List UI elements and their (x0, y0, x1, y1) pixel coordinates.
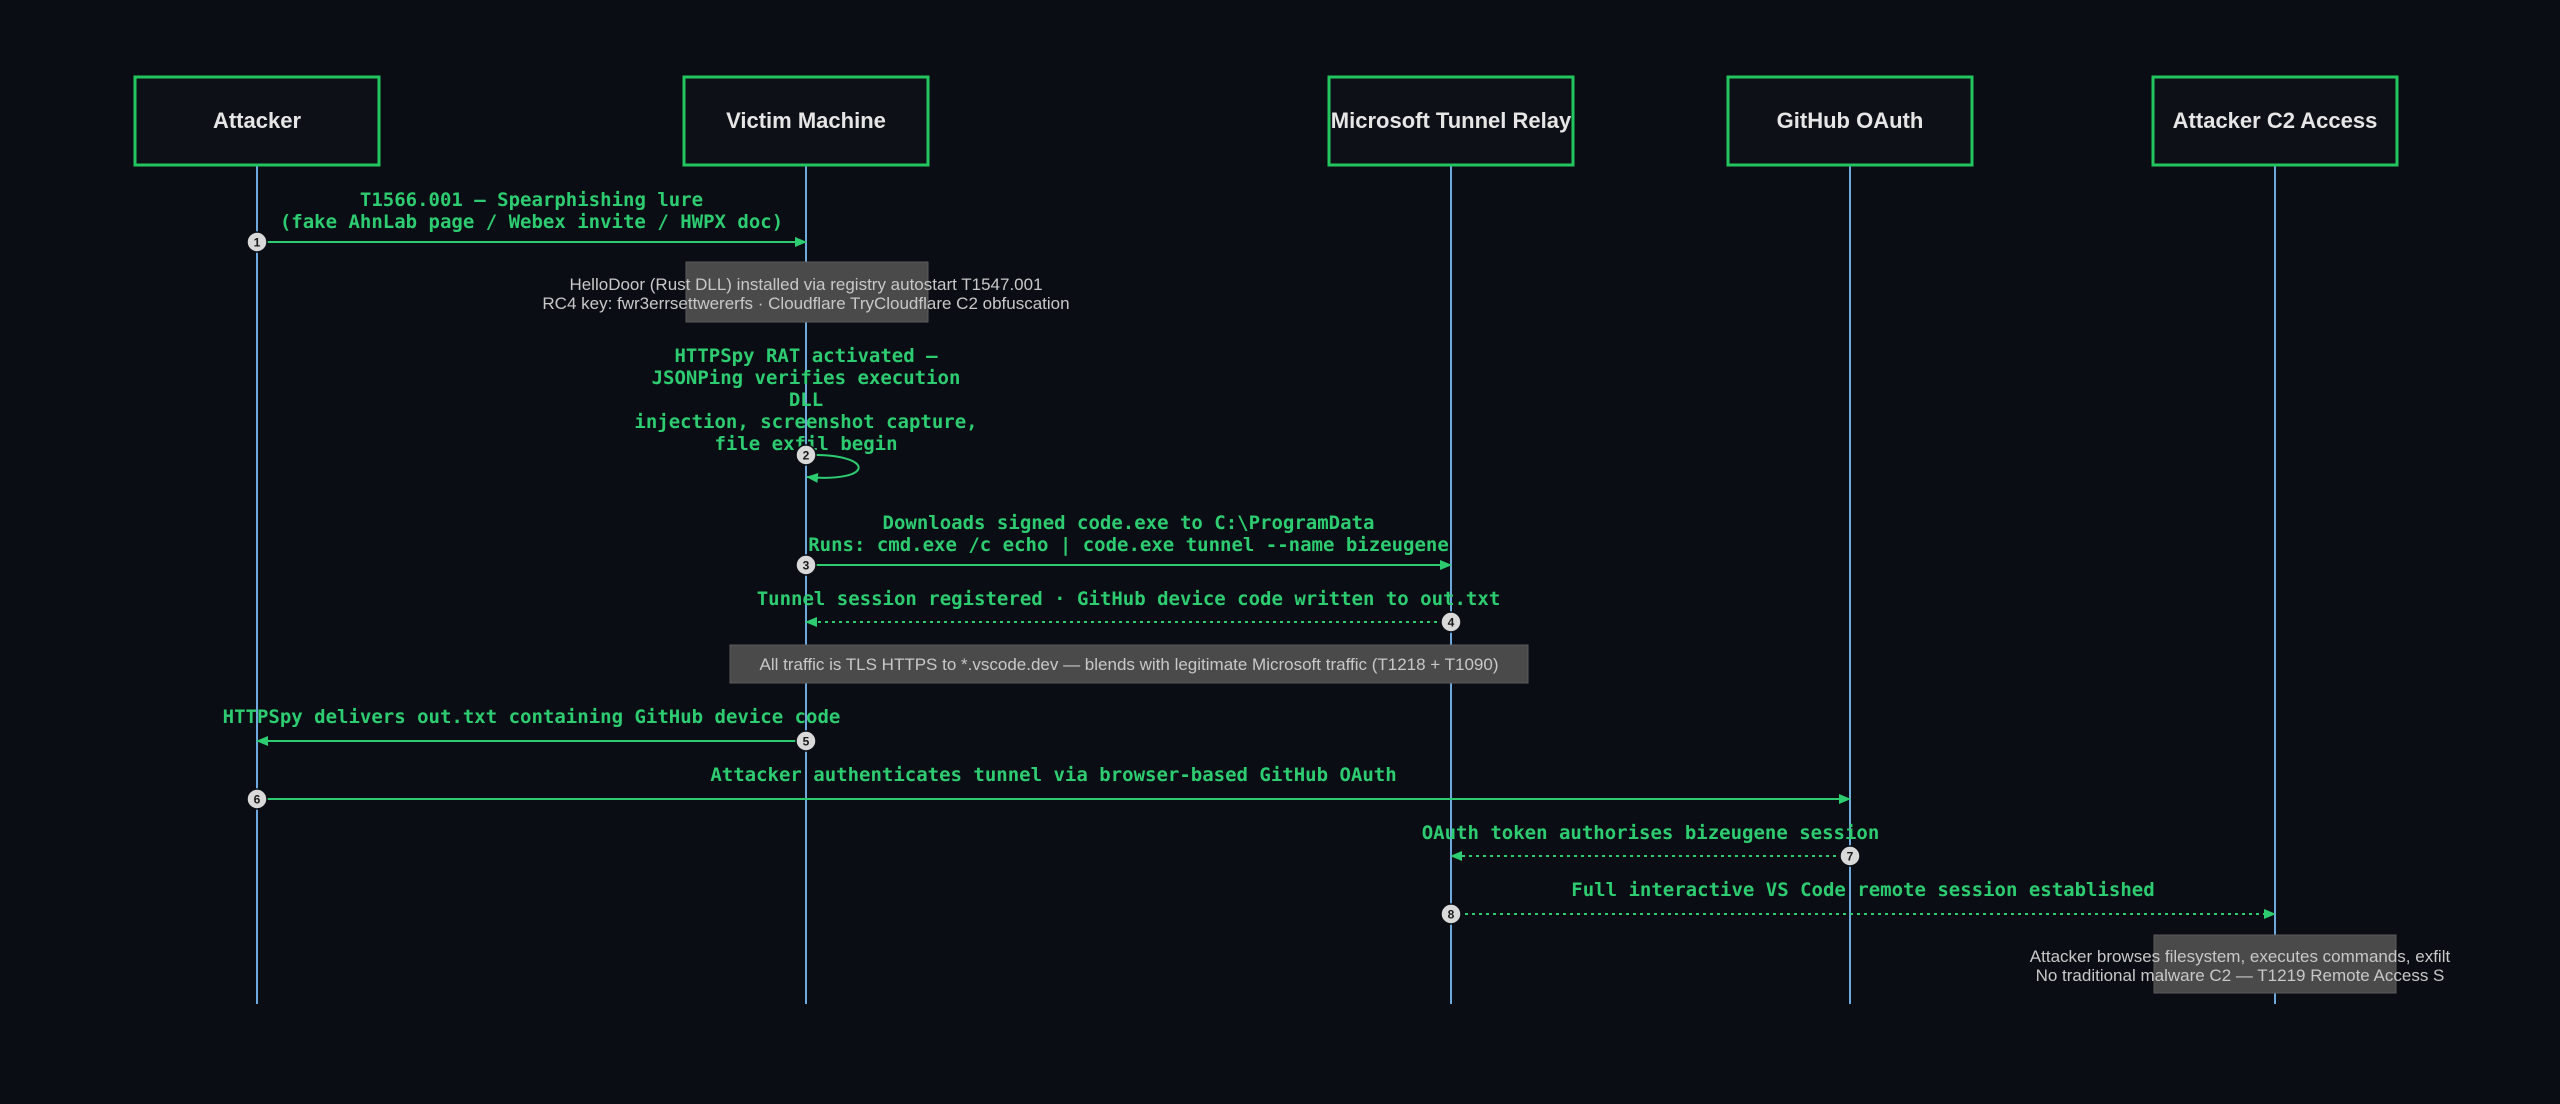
actor-label: Microsoft Tunnel Relay (1331, 108, 1572, 133)
actor-victim: Victim Machine (682, 75, 930, 167)
message-label-line: (fake AhnLab page / Webex invite / HWPX … (280, 211, 783, 233)
sequence-number: 2 (803, 449, 810, 463)
message-label-line: Runs: cmd.exe /c echo | code.exe tunnel … (808, 534, 1449, 556)
actor-label: GitHub OAuth (1777, 108, 1924, 133)
actor-c2: Attacker C2 Access (2151, 75, 2399, 167)
sequence-diagram: Attacker Victim Machine Microsoft Tunnel R… (133, 75, 2451, 1004)
message-label-line: HTTPSpy delivers out.txt containing GitH… (223, 706, 841, 728)
actor-label: Attacker C2 Access (2173, 108, 2378, 133)
sequence-number-badge: 7 (1839, 845, 1861, 867)
sequence-number: 3 (803, 559, 810, 573)
message-8: Full interactive VS Code remote session … (1440, 879, 2276, 925)
sequence-number-badge: 8 (1440, 903, 1462, 925)
message-label-line: Tunnel session registered · GitHub devic… (757, 588, 1501, 610)
note-text-line: HelloDoor (Rust DLL) installed via regis… (569, 275, 1042, 294)
sequence-number: 8 (1448, 908, 1455, 922)
actor-label: Attacker (213, 108, 301, 133)
actor-label: Victim Machine (726, 108, 886, 133)
sequence-number-badge: 6 (246, 788, 268, 810)
note-text-line: Attacker browses filesystem, executes co… (2030, 947, 2451, 966)
note-text-line: All traffic is TLS HTTPS to *.vscode.dev… (759, 655, 1498, 674)
note-text-line: RC4 key: fwr3errsettwererfs · Cloudflare… (542, 294, 1069, 313)
note-c2: Attacker browses filesystem, executes co… (2030, 934, 2451, 994)
sequence-number: 7 (1847, 850, 1854, 864)
sequence-number-badge: 1 (246, 231, 268, 253)
message-4: Tunnel session registered · GitHub devic… (757, 588, 1501, 633)
message-label-line: Full interactive VS Code remote session … (1571, 879, 2154, 901)
message-label-line: DLL (789, 389, 823, 411)
message-label-line: injection, screenshot capture, (634, 411, 977, 433)
actor-attacker: Attacker (133, 75, 381, 167)
message-7: OAuth token authorises bizeugene session… (1422, 822, 1880, 867)
message-6: Attacker authenticates tunnel via browse… (246, 764, 1851, 810)
message-label-line: Downloads signed code.exe to C:\ProgramD… (883, 512, 1375, 534)
sequence-number-badge: 2 (795, 444, 817, 466)
sequence-number-badge: 4 (1440, 611, 1462, 633)
sequence-number: 1 (254, 236, 261, 250)
message-label-line: JSONPing verifies execution (652, 367, 961, 389)
actor-relay: Microsoft Tunnel Relay (1327, 75, 1575, 167)
message-label-line: OAuth token authorises bizeugene session (1422, 822, 1880, 844)
message-label-line: HTTPSpy RAT activated — (674, 345, 938, 367)
note-tls: All traffic is TLS HTTPS to *.vscode.dev… (729, 644, 1529, 684)
message-label-line: Attacker authenticates tunnel via browse… (710, 764, 1396, 786)
message-5: HTTPSpy delivers out.txt containing GitH… (223, 706, 841, 752)
sequence-number: 6 (254, 793, 261, 807)
sequence-number-badge: 3 (795, 554, 817, 576)
sequence-number: 5 (803, 735, 810, 749)
sequence-number-badge: 5 (795, 730, 817, 752)
message-1: T1566.001 — Spearphishing lure(fake AhnL… (246, 189, 807, 253)
note-hellodoor: HelloDoor (Rust DLL) installed via regis… (542, 261, 1070, 323)
actor-github: GitHub OAuth (1726, 75, 1974, 167)
message-label-line: T1566.001 — Spearphishing lure (360, 189, 703, 211)
message-2: HTTPSpy RAT activated —JSONPing verifies… (634, 345, 978, 483)
message-3: Downloads signed code.exe to C:\ProgramD… (795, 512, 1452, 576)
sequence-number: 4 (1448, 616, 1455, 630)
note-text-line: No traditional malware C2 — T1219 Remote… (2036, 966, 2445, 985)
